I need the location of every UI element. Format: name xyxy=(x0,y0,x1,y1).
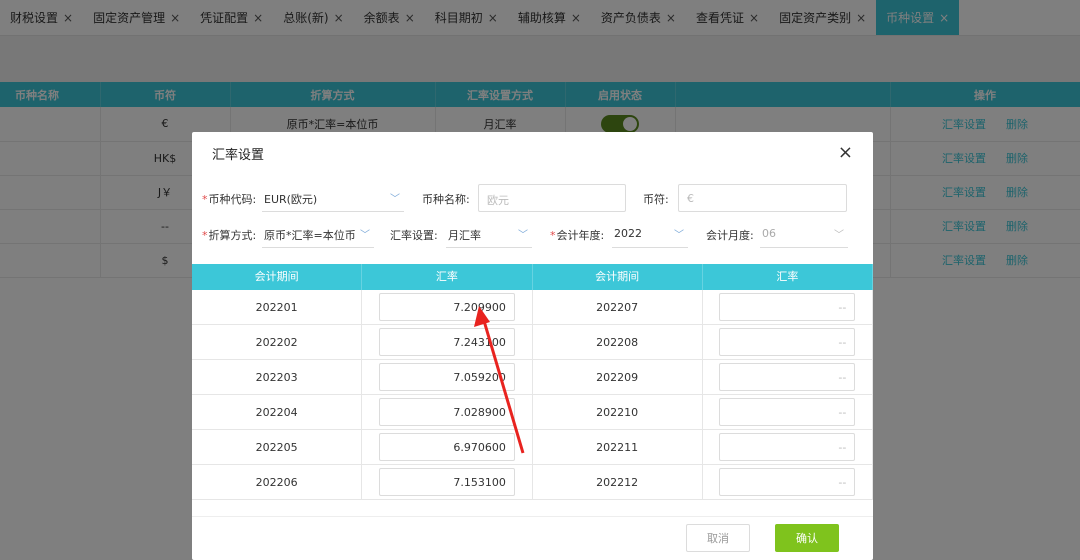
rate-input[interactable]: 7.153100 xyxy=(378,468,515,496)
rate-input[interactable]: 7.243100 xyxy=(378,328,515,356)
rate-table-header: 会计期间 汇率 会计期间 汇率 xyxy=(192,264,873,290)
form-row-settings: *折算方式: 原币*汇率=本位币 ﹀ 汇率设置: 月汇率 ﹀ *会计年度: 2022… xyxy=(192,220,873,248)
rate-cell: 7.059200 xyxy=(362,360,533,394)
col-header-period: 会计期间 xyxy=(533,264,703,290)
rate-input[interactable]: -- xyxy=(719,468,856,496)
form-row-currency: *币种代码: EUR(欧元) ﹀ 币种名称: 欧元 币符: € xyxy=(192,184,873,212)
currency-name-label: 币种名称: xyxy=(422,193,470,206)
symbol-input[interactable]: € xyxy=(678,184,847,212)
rate-cell: 7.243100 xyxy=(362,325,533,359)
footer-divider xyxy=(192,516,873,517)
period-cell: 202208 xyxy=(533,325,703,359)
select-value: EUR(欧元) xyxy=(264,193,318,206)
table-row: 202205 6.970600 202211 -- xyxy=(192,430,873,465)
rate-setting-select[interactable]: 月汇率 ﹀ xyxy=(446,220,532,248)
period-cell: 202201 xyxy=(192,290,363,324)
table-row: 202206 7.153100 202212 -- xyxy=(192,465,873,500)
chevron-down-icon: ﹀ xyxy=(518,230,528,241)
period-cell: 202204 xyxy=(192,395,363,429)
rate-table-body: 202201 7.209900 202207 -- 202202 7.24310… xyxy=(192,290,873,500)
period-cell: 202212 xyxy=(533,465,703,499)
rate-input[interactable]: 7.209900 xyxy=(378,293,515,321)
chevron-down-icon: ﹀ xyxy=(390,194,400,205)
table-row: 202203 7.059200 202209 -- xyxy=(192,360,873,395)
period-cell: 202211 xyxy=(533,430,703,464)
close-icon[interactable]: × xyxy=(838,142,853,163)
rate-cell: 6.970600 xyxy=(362,430,533,464)
currency-code-label: *币种代码: xyxy=(202,191,256,207)
period-cell: 202205 xyxy=(192,430,363,464)
confirm-button[interactable]: 确认 xyxy=(775,524,839,552)
select-value: 原币*汇率=本位币 xyxy=(264,229,356,242)
dialog-title: 汇率设置 xyxy=(212,148,265,163)
rate-input[interactable]: -- xyxy=(719,328,856,356)
required-mark: * xyxy=(202,193,208,206)
rate-cell: 7.153100 xyxy=(362,465,533,499)
required-mark: * xyxy=(202,229,208,242)
cancel-button[interactable]: 取消 xyxy=(686,524,750,552)
currency-name-input[interactable]: 欧元 xyxy=(478,184,626,212)
table-row: 202201 7.209900 202207 -- xyxy=(192,290,873,325)
rate-input[interactable]: -- xyxy=(719,398,856,426)
label-text: 会计年度: xyxy=(556,229,605,242)
chevron-down-icon: ﹀ xyxy=(360,230,370,241)
rate-input[interactable]: -- xyxy=(719,293,856,321)
rate-cell: -- xyxy=(703,325,873,359)
rate-cell: -- xyxy=(703,360,873,394)
table-row: 202202 7.243100 202208 -- xyxy=(192,325,873,360)
conversion-select[interactable]: 原币*汇率=本位币 ﹀ xyxy=(262,220,374,248)
select-value: 月汇率 xyxy=(448,229,481,242)
symbol-label: 币符: xyxy=(643,193,669,206)
period-cell: 202207 xyxy=(533,290,703,324)
rate-cell: -- xyxy=(703,395,873,429)
fiscal-month-label: 会计月度: xyxy=(706,229,754,242)
period-cell: 202202 xyxy=(192,325,363,359)
rate-cell: -- xyxy=(703,290,873,324)
rate-cell: 7.028900 xyxy=(362,395,533,429)
col-header-rate: 汇率 xyxy=(362,264,533,290)
currency-code-select[interactable]: EUR(欧元) ﹀ xyxy=(262,184,404,212)
col-header-period: 会计期间 xyxy=(192,264,363,290)
required-mark: * xyxy=(550,229,556,242)
fiscal-year-select[interactable]: 2022 ﹀ xyxy=(612,220,688,248)
rate-cell: 7.209900 xyxy=(362,290,533,324)
select-value: 2022 xyxy=(614,227,642,240)
period-cell: 202210 xyxy=(533,395,703,429)
period-cell: 202206 xyxy=(192,465,363,499)
rate-input[interactable]: 6.970600 xyxy=(378,433,515,461)
chevron-down-icon: ﹀ xyxy=(674,230,684,241)
rate-input[interactable]: -- xyxy=(719,433,856,461)
exchange-rate-dialog: 汇率设置 × *币种代码: EUR(欧元) ﹀ 币种名称: 欧元 币符: € *折… xyxy=(192,132,873,560)
fiscal-year-label: *会计年度: xyxy=(550,227,604,243)
rate-cell: -- xyxy=(703,465,873,499)
conversion-label: *折算方式: xyxy=(202,227,256,243)
label-text: 币种代码: xyxy=(208,193,257,206)
rate-input[interactable]: -- xyxy=(719,363,856,391)
rate-input[interactable]: 7.059200 xyxy=(378,363,515,391)
col-header-rate: 汇率 xyxy=(703,264,873,290)
label-text: 折算方式: xyxy=(208,229,257,242)
rate-setting-label: 汇率设置: xyxy=(390,229,438,242)
rate-cell: -- xyxy=(703,430,873,464)
fiscal-month-select: 06 ﹀ xyxy=(760,220,848,248)
rate-input[interactable]: 7.028900 xyxy=(378,398,515,426)
period-cell: 202203 xyxy=(192,360,363,394)
table-row: 202204 7.028900 202210 -- xyxy=(192,395,873,430)
select-value: 06 xyxy=(762,227,776,240)
chevron-down-icon: ﹀ xyxy=(834,230,844,241)
period-cell: 202209 xyxy=(533,360,703,394)
